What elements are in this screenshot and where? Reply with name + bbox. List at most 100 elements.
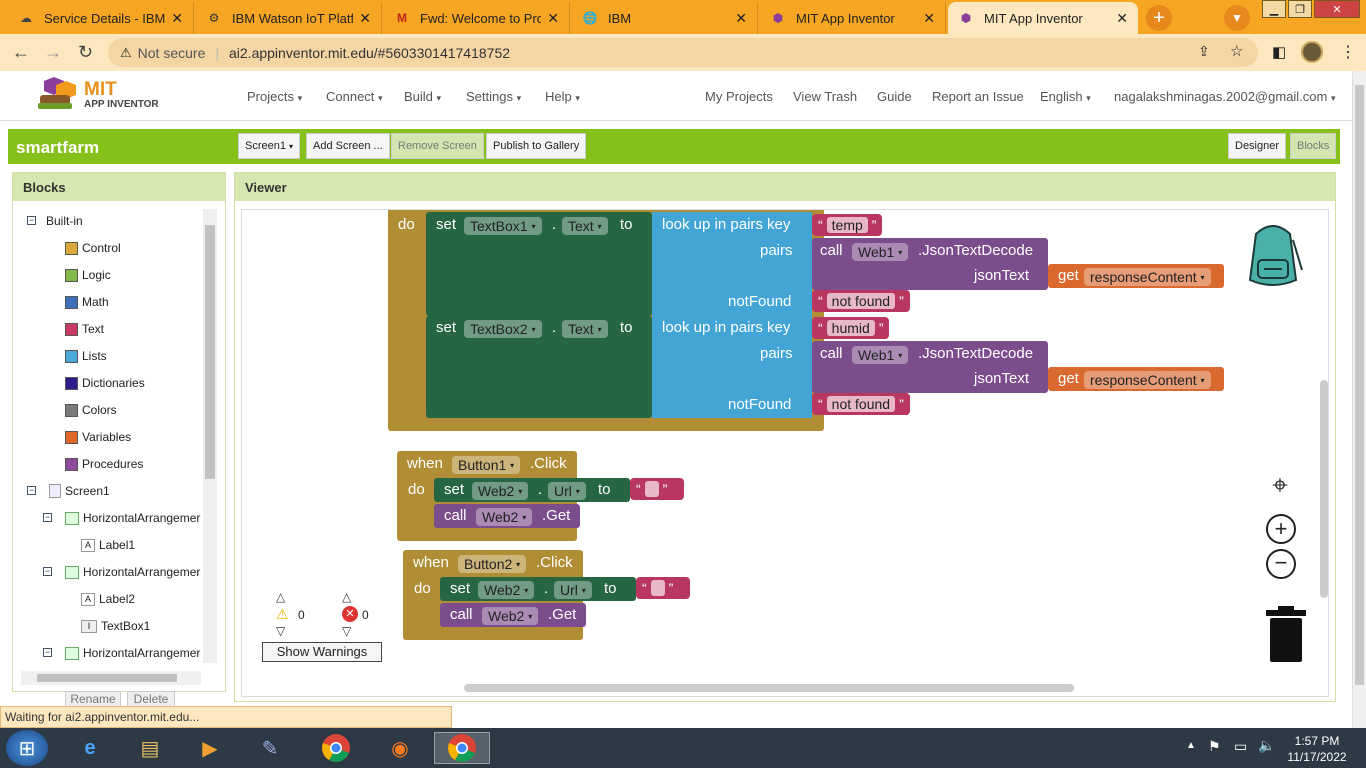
recenter-icon[interactable]: ⌖ — [1264, 470, 1296, 502]
blocks-button[interactable]: Blocks — [1290, 133, 1337, 159]
zoom-in-icon[interactable]: + — [1266, 514, 1296, 544]
category-logic[interactable]: Logic — [65, 268, 111, 282]
text-string-block[interactable]: “not found” — [812, 393, 910, 415]
button-component-dropdown[interactable]: Button2 ▾ — [458, 555, 527, 573]
browser-tab[interactable]: ⬢ MIT App Inventor ✕ — [760, 2, 946, 34]
window-close-button[interactable]: ✕ — [1314, 0, 1360, 18]
network-icon[interactable]: ▭ — [1234, 738, 1247, 755]
publish-gallery-button[interactable]: Publish to Gallery — [486, 133, 587, 159]
backpack-icon[interactable] — [1238, 220, 1308, 293]
remove-screen-button[interactable]: Remove Screen — [391, 133, 484, 159]
blocks-tree-vscrollbar[interactable] — [203, 209, 217, 663]
blocks-tree-hscrollbar[interactable] — [21, 671, 201, 685]
category-colors[interactable]: Colors — [65, 403, 117, 417]
web-component-dropdown[interactable]: Web2 ▾ — [482, 607, 539, 625]
browser-tab[interactable]: ☁ Service Details - IBM Cl ✕ — [8, 2, 194, 34]
variable-dropdown[interactable]: responseContent ▾ — [1084, 268, 1211, 286]
trash-icon[interactable] — [1264, 606, 1308, 665]
file-explorer-icon[interactable]: ▤ — [130, 732, 170, 764]
screen-select[interactable]: Screen1 ▾ — [238, 133, 301, 159]
web-component-dropdown[interactable]: Web1 ▾ — [852, 346, 909, 364]
category-control[interactable]: Control — [65, 241, 121, 255]
chrome-icon[interactable] — [316, 732, 356, 764]
collapse-toggle-icon[interactable]: − — [27, 216, 36, 225]
chrome-active-icon[interactable] — [434, 732, 490, 764]
back-icon[interactable]: ← — [12, 42, 30, 63]
menu-connect[interactable]: Connect ▾ — [326, 89, 383, 104]
minimize-button[interactable]: ▁ — [1262, 0, 1286, 18]
collapse-toggle-icon[interactable]: − — [43, 513, 52, 522]
menu-settings[interactable]: Settings ▾ — [466, 89, 521, 104]
category-dictionaries[interactable]: Dictionaries — [65, 376, 145, 390]
side-panel-icon[interactable]: ◧ — [1272, 43, 1286, 61]
zoom-out-icon[interactable]: − — [1266, 549, 1296, 579]
category-procedures[interactable]: Procedures — [65, 457, 143, 471]
web-component-dropdown[interactable]: Web1 ▾ — [852, 243, 909, 261]
empty-text-block[interactable]: “” — [636, 577, 690, 599]
component-label1[interactable]: A Label1 — [81, 538, 135, 552]
property-dropdown[interactable]: Text ▾ — [562, 320, 608, 338]
forward-icon[interactable]: → — [44, 42, 62, 63]
tab-search-button[interactable]: ▼ — [1224, 5, 1250, 31]
add-screen-button[interactable]: Add Screen ... — [306, 133, 390, 159]
language-menu[interactable]: English ▾ — [1040, 89, 1091, 104]
text-string-block[interactable]: “humid” — [812, 317, 890, 339]
property-dropdown[interactable]: Url ▾ — [554, 581, 592, 599]
text-string-block[interactable]: “temp” — [812, 214, 883, 236]
link-guide[interactable]: Guide — [877, 89, 912, 104]
empty-text-block[interactable]: “” — [630, 478, 684, 500]
maximize-button[interactable]: ❐ — [1288, 0, 1312, 18]
reload-icon[interactable]: ↻ — [78, 42, 93, 63]
menu-help[interactable]: Help ▾ — [545, 89, 580, 104]
link-my-projects[interactable]: My Projects — [705, 89, 773, 104]
component-horizontal-arrangement[interactable]: HorizontalArrangemer — [65, 511, 200, 525]
profile-avatar[interactable] — [1301, 41, 1323, 63]
show-warnings-button[interactable]: Show Warnings — [262, 642, 382, 662]
clock-date[interactable]: 11/17/2022 — [1286, 750, 1348, 764]
collapse-toggle-icon[interactable]: − — [27, 486, 36, 495]
close-icon[interactable]: ✕ — [1116, 10, 1128, 27]
browser-menu-icon[interactable]: ⋮ — [1340, 42, 1356, 62]
component-screen1[interactable]: Screen1 — [49, 484, 110, 498]
volume-icon[interactable]: 🔈 — [1258, 737, 1275, 754]
category-lists[interactable]: Lists — [65, 349, 107, 363]
close-icon[interactable]: ✕ — [171, 10, 183, 27]
paint-icon[interactable]: ✎ — [250, 732, 290, 764]
omnibox[interactable]: ⚠ Not secure | ai2.appinventor.mit.edu/#… — [108, 38, 1258, 67]
web-component-dropdown[interactable]: Web2 ▾ — [472, 482, 529, 500]
browser-tab[interactable]: ⚙ IBM Watson IoT Platfor ✕ — [196, 2, 382, 34]
designer-button[interactable]: Designer — [1228, 133, 1287, 159]
browser-tab-active[interactable]: ⬢ MIT App Inventor ✕ — [948, 2, 1138, 34]
account-menu[interactable]: nagalakshminagas.2002@gmail.com ▾ — [1114, 89, 1336, 104]
warning-prev-icon[interactable]: △ — [276, 590, 285, 604]
page-scrollbar[interactable] — [1352, 71, 1366, 728]
warning-next-icon[interactable]: ▽ — [276, 624, 285, 638]
category-variables[interactable]: Variables — [65, 430, 131, 444]
new-tab-button[interactable]: + — [1146, 5, 1172, 31]
share-icon[interactable]: ⇪ — [1198, 43, 1210, 60]
component-dropdown[interactable]: TextBox2 ▾ — [464, 320, 542, 338]
workspace-vscrollbar[interactable] — [1320, 380, 1328, 598]
component-horizontal-arrangement[interactable]: HorizontalArrangemer — [65, 565, 200, 579]
flag-icon[interactable]: ⚑ — [1208, 738, 1221, 755]
component-horizontal-arrangement[interactable]: HorizontalArrangemer — [65, 646, 200, 660]
app-inventor-logo-icon[interactable] — [36, 77, 80, 113]
component-dropdown[interactable]: TextBox1 ▾ — [464, 217, 542, 235]
workspace-hscrollbar[interactable] — [464, 684, 1074, 692]
link-view-trash[interactable]: View Trash — [793, 89, 857, 104]
category-math[interactable]: Math — [65, 295, 109, 309]
close-icon[interactable]: ✕ — [923, 10, 935, 27]
menu-projects[interactable]: Projects ▾ — [247, 89, 302, 104]
internet-explorer-icon[interactable]: e — [70, 732, 110, 764]
component-textbox1[interactable]: I TextBox1 — [81, 619, 150, 633]
error-next-icon[interactable]: ▽ — [342, 624, 351, 638]
start-button-icon[interactable]: ⊞ — [6, 730, 48, 766]
button-component-dropdown[interactable]: Button1 ▾ — [452, 456, 521, 474]
firefox-icon[interactable]: ◉ — [380, 732, 420, 764]
link-report-issue[interactable]: Report an Issue — [932, 89, 1024, 104]
browser-tab[interactable]: 🌐 IBM ✕ — [572, 2, 758, 34]
close-icon[interactable]: ✕ — [359, 10, 371, 27]
web-component-dropdown[interactable]: Web2 ▾ — [476, 508, 533, 526]
close-icon[interactable]: ✕ — [735, 10, 747, 27]
collapse-toggle-icon[interactable]: − — [43, 567, 52, 576]
